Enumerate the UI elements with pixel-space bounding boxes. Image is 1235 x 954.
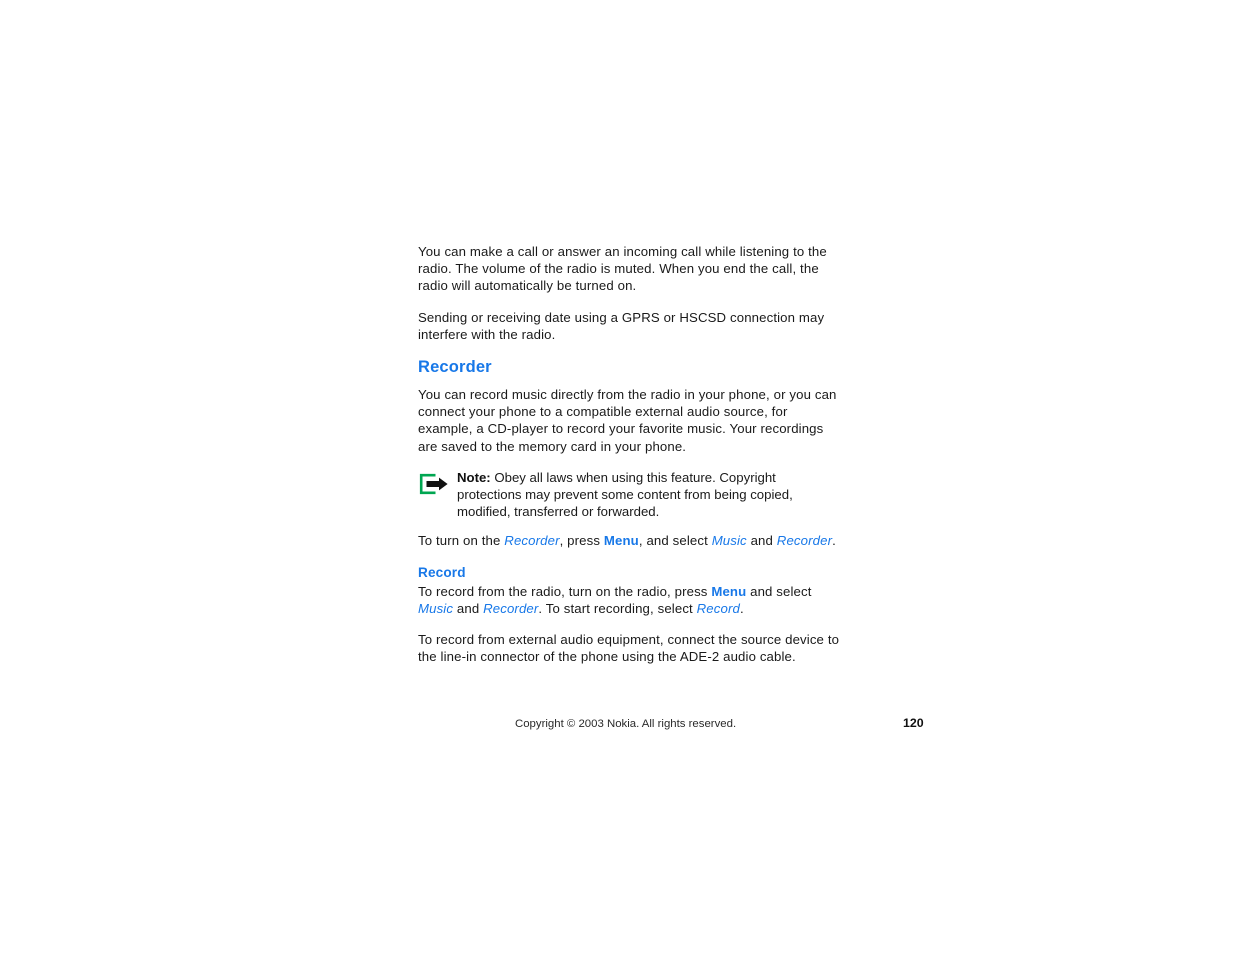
paragraph-record-instructions: To record from the radio, turn on the ra… xyxy=(418,583,840,617)
turnon-seg2: , press xyxy=(559,533,604,549)
note-body: Obey all laws when using this feature. C… xyxy=(457,469,793,520)
record-seg4: . To start recording, select xyxy=(538,600,697,616)
document-page: You can make a call or answer an incomin… xyxy=(0,0,1235,954)
sub-heading-record: Record xyxy=(418,564,466,580)
turnon-term-recorder: Recorder xyxy=(504,533,560,549)
record-seg1: To record from the radio, turn on the ra… xyxy=(418,583,712,599)
note-arrow-icon xyxy=(419,473,449,495)
paragraph-turn-on-recorder: To turn on the Recorder, press Menu, and… xyxy=(418,532,840,549)
section-heading-recorder: Recorder xyxy=(418,358,492,377)
paragraph-gprs-interference: Sending or receiving date using a GPRS o… xyxy=(418,309,825,342)
turnon-key-menu: Menu xyxy=(603,533,639,549)
record-term-record: Record xyxy=(696,600,740,616)
turnon-seg4: and xyxy=(746,533,777,549)
turnon-seg1: To turn on the xyxy=(418,533,505,549)
paragraph-call-handling: You can make a call or answer an incomin… xyxy=(418,244,827,294)
turnon-term-recorder-2: Recorder xyxy=(776,533,833,549)
record-term-music: Music xyxy=(418,600,454,616)
footer-copyright: Copyright © 2003 Nokia. All rights reser… xyxy=(515,718,737,730)
note-text: Note: Obey all laws when using this feat… xyxy=(457,469,840,521)
paragraph-recorder-intro: You can record music directly from the r… xyxy=(418,387,837,454)
paragraph-external-audio: To record from external audio equipment,… xyxy=(418,632,840,665)
turnon-seg3: , and select xyxy=(638,533,712,549)
footer-page-number: 120 xyxy=(903,716,924,730)
note-label: Note: xyxy=(457,469,491,485)
note-block: Note: Obey all laws when using this feat… xyxy=(418,469,840,521)
page-content: You can make a call or answer an incomin… xyxy=(418,243,840,679)
record-seg2: and select xyxy=(746,583,812,599)
record-term-recorder: Recorder xyxy=(483,600,539,616)
turnon-seg5: . xyxy=(832,533,836,549)
record-seg5: . xyxy=(739,600,744,616)
turnon-term-music: Music xyxy=(711,533,747,549)
record-key-menu: Menu xyxy=(711,583,747,599)
record-seg3: and xyxy=(453,600,484,616)
